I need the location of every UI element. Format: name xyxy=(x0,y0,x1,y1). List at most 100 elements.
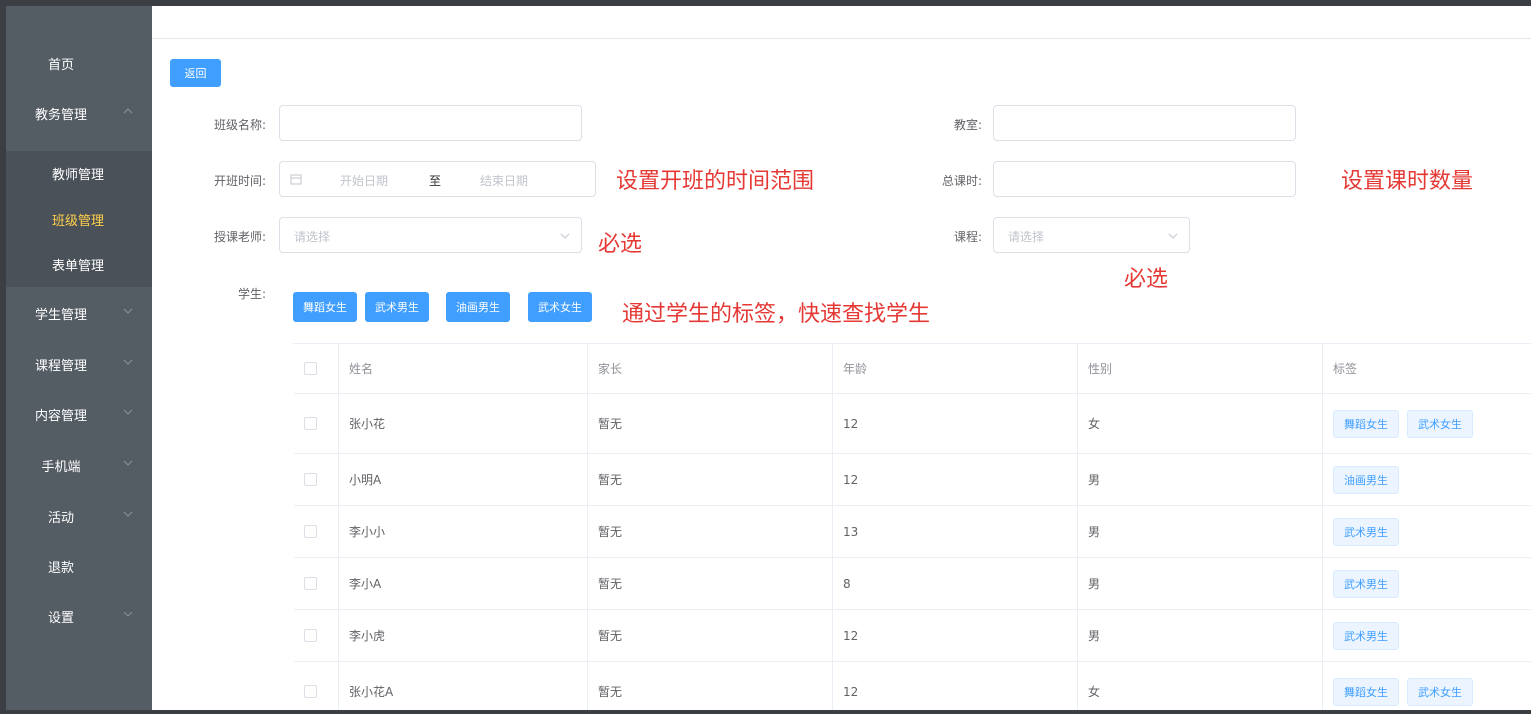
nav-item-label: 内容管理 xyxy=(34,408,87,424)
nav-item-mobile[interactable]: 手机端 xyxy=(6,443,152,487)
nav-item-label: 手机端 xyxy=(41,459,81,475)
chevron-up-icon xyxy=(122,105,134,117)
student-tag-filter[interactable]: 舞蹈女生 xyxy=(293,292,357,322)
cell-age: 12 xyxy=(833,394,1078,453)
cell-name: 张小花 xyxy=(339,394,588,453)
student-tag: 油画男生 xyxy=(1333,465,1399,494)
top-bar xyxy=(152,6,1531,39)
cell-gender: 女 xyxy=(1078,662,1323,710)
cell-gender: 男 xyxy=(1078,610,1323,661)
student-tag: 武术男生 xyxy=(1333,621,1399,650)
header-gender: 性别 xyxy=(1078,344,1323,393)
nav-item-content[interactable]: 内容管理 xyxy=(6,392,152,436)
row-checkbox-cell xyxy=(294,662,339,710)
nav-item-students[interactable]: 学生管理 xyxy=(6,291,152,335)
teacher-label: 授课老师: xyxy=(213,230,266,244)
class-name-input[interactable] xyxy=(279,105,582,141)
cell-age: 12 xyxy=(833,454,1078,505)
cell-gender: 男 xyxy=(1078,454,1323,505)
nav-item-label: 教务管理 xyxy=(34,107,87,123)
cell-name: 李小A xyxy=(339,558,588,609)
end-date-placeholder[interactable]: 结束日期 xyxy=(480,172,528,189)
cell-parent: 暂无 xyxy=(588,662,833,710)
chevron-down-icon xyxy=(122,457,134,469)
header-tags: 标签 xyxy=(1323,344,1531,393)
cell-gender: 女 xyxy=(1078,394,1323,453)
table-row[interactable]: 李小小 暂无 13 男 武术男生 xyxy=(294,506,1531,558)
row-checkbox[interactable] xyxy=(304,473,317,486)
annotation-teacher-required: 必选 xyxy=(598,232,643,257)
nav-item-label: 活动 xyxy=(47,510,74,526)
nav-item-academic[interactable]: 教务管理 xyxy=(6,91,152,135)
student-tag: 舞蹈女生 xyxy=(1333,677,1399,706)
nav-item-settings[interactable]: 设置 xyxy=(6,594,152,638)
cell-name: 李小小 xyxy=(339,506,588,557)
row-checkbox[interactable] xyxy=(304,629,317,642)
course-label: 课程: xyxy=(953,230,982,244)
classroom-input[interactable] xyxy=(993,105,1296,141)
student-tag: 武术男生 xyxy=(1333,569,1399,598)
cell-parent: 暂无 xyxy=(588,610,833,661)
cell-tags: 舞蹈女生 武术女生 xyxy=(1323,662,1531,710)
select-all-checkbox[interactable] xyxy=(304,362,317,375)
table-row[interactable]: 李小虎 暂无 12 男 武术男生 xyxy=(294,610,1531,662)
cell-gender: 男 xyxy=(1078,558,1323,609)
date-range-picker[interactable]: 开始日期 至 结束日期 xyxy=(279,161,596,197)
cell-parent: 暂无 xyxy=(588,506,833,557)
cell-tags: 舞蹈女生 武术女生 xyxy=(1323,394,1531,453)
row-checkbox[interactable] xyxy=(304,417,317,430)
date-separator: 至 xyxy=(429,174,442,188)
nav-item-refund[interactable]: 退款 xyxy=(6,544,152,588)
total-hours-input[interactable] xyxy=(993,161,1296,197)
nav-item-activity[interactable]: 活动 xyxy=(6,494,152,538)
cell-age: 12 xyxy=(833,610,1078,661)
cell-gender: 男 xyxy=(1078,506,1323,557)
course-select[interactable]: 请选择 xyxy=(993,217,1190,253)
students-label: 学生: xyxy=(237,287,266,301)
back-button[interactable]: 返回 xyxy=(170,59,221,87)
cell-parent: 暂无 xyxy=(588,558,833,609)
students-table: 姓名 家长 年龄 性别 标签 张小花 暂无 12 女 舞蹈女生 武术女生 小明A… xyxy=(293,343,1531,710)
table-row[interactable]: 张小花A 暂无 12 女 舞蹈女生 武术女生 xyxy=(294,662,1531,710)
row-checkbox-cell xyxy=(294,506,339,557)
main-content: 返回 班级名称: 教室: 开班时间: 开始日期 至 结束日期 设置开班的时间范围… xyxy=(152,6,1531,710)
table-row[interactable]: 小明A 暂无 12 男 油画男生 xyxy=(294,454,1531,506)
row-checkbox[interactable] xyxy=(304,525,317,538)
submenu-item-label: 表单管理 xyxy=(51,258,104,274)
cell-name: 小明A xyxy=(339,454,588,505)
chevron-down-icon xyxy=(122,356,134,368)
start-date-placeholder[interactable]: 开始日期 xyxy=(340,172,388,189)
nav-item-label: 设置 xyxy=(47,610,74,626)
table-row[interactable]: 李小A 暂无 8 男 武术男生 xyxy=(294,558,1531,610)
row-checkbox[interactable] xyxy=(304,685,317,698)
calendar-icon xyxy=(290,173,302,185)
header-checkbox-cell xyxy=(294,344,339,393)
student-tag: 武术女生 xyxy=(1407,409,1473,438)
student-tag-filter[interactable]: 武术男生 xyxy=(365,292,429,322)
total-hours-label: 总课时: xyxy=(941,174,982,188)
class-name-label: 班级名称: xyxy=(213,118,266,132)
submenu-item-label: 教师管理 xyxy=(51,167,104,183)
annotation-tags-hint: 通过学生的标签，快速查找学生 xyxy=(622,302,931,327)
student-tag-filter[interactable]: 武术女生 xyxy=(528,292,592,322)
cell-age: 8 xyxy=(833,558,1078,609)
submenu-item-forms[interactable]: 表单管理 xyxy=(6,242,152,286)
nav-item-courses[interactable]: 课程管理 xyxy=(6,342,152,386)
submenu-item-classes[interactable]: 班级管理 xyxy=(6,197,152,241)
nav-item-label: 课程管理 xyxy=(34,358,87,374)
table-row[interactable]: 张小花 暂无 12 女 舞蹈女生 武术女生 xyxy=(294,394,1531,454)
submenu-item-teachers[interactable]: 教师管理 xyxy=(6,151,152,195)
chevron-down-icon xyxy=(559,230,571,242)
nav-item-label: 首页 xyxy=(47,57,74,73)
student-tag-filter[interactable]: 油画男生 xyxy=(446,292,510,322)
chevron-down-icon xyxy=(1167,230,1179,242)
cell-name: 张小花A xyxy=(339,662,588,710)
nav-item-label: 学生管理 xyxy=(34,307,87,323)
table-header-row: 姓名 家长 年龄 性别 标签 xyxy=(294,344,1531,394)
annotation-hours: 设置课时数量 xyxy=(1341,169,1474,194)
student-tag: 武术女生 xyxy=(1407,677,1473,706)
row-checkbox[interactable] xyxy=(304,577,317,590)
header-name: 姓名 xyxy=(339,344,588,393)
nav-item-home[interactable]: 首页 xyxy=(6,41,152,85)
teacher-select[interactable]: 请选择 xyxy=(279,217,582,253)
